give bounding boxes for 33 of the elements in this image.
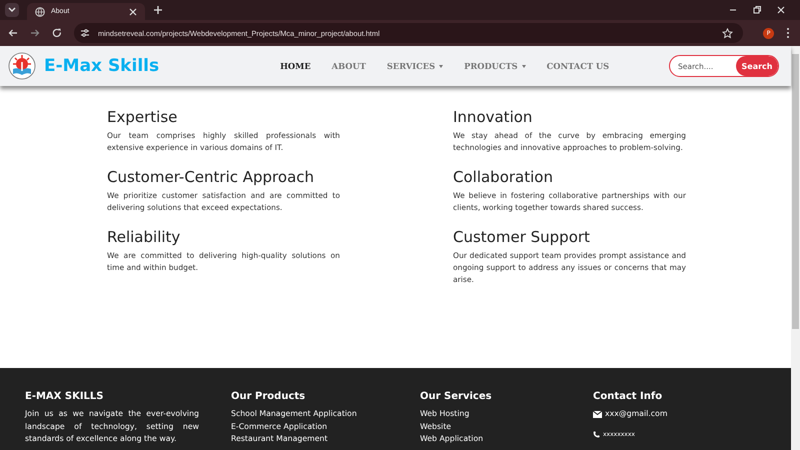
logo-icon[interactable] bbox=[8, 52, 36, 80]
chevron-down-icon bbox=[8, 7, 16, 13]
footer-heading: Our Services bbox=[420, 390, 492, 403]
nav-link[interactable]: ABOUT bbox=[332, 61, 366, 71]
reload-icon[interactable] bbox=[52, 28, 62, 38]
footer-heading: Our Products bbox=[231, 390, 306, 403]
site-settings-icon[interactable] bbox=[80, 28, 90, 38]
feature-heading: Innovation bbox=[453, 108, 534, 126]
nav-link[interactable]: CONTACT US bbox=[546, 61, 610, 71]
forward-icon[interactable] bbox=[30, 28, 40, 38]
feature-heading: Customer-Centric Approach bbox=[107, 168, 316, 186]
nav-link[interactable]: HOME bbox=[280, 61, 311, 71]
footer-heading: E-MAX SKILLS bbox=[25, 390, 104, 403]
feature-heading: Customer Support bbox=[453, 228, 591, 246]
menu-icon[interactable] bbox=[786, 27, 790, 39]
tab-list-button[interactable] bbox=[5, 3, 19, 17]
back-icon[interactable] bbox=[8, 28, 18, 38]
phone-icon bbox=[593, 431, 600, 438]
new-tab-icon[interactable] bbox=[153, 5, 163, 15]
star-icon[interactable] bbox=[722, 28, 733, 38]
close-icon[interactable] bbox=[129, 8, 137, 16]
globe-icon bbox=[35, 6, 45, 16]
scrollbar[interactable] bbox=[791, 46, 800, 450]
envelope-icon bbox=[593, 410, 602, 418]
footer-heading: Contact Info bbox=[593, 390, 662, 403]
nav-link[interactable]: SERVICES bbox=[386, 61, 444, 71]
feature-heading: Collaboration bbox=[453, 168, 554, 186]
feature-heading: Expertise bbox=[107, 108, 178, 126]
feature-heading: Reliability bbox=[107, 228, 182, 246]
restore-icon[interactable] bbox=[752, 5, 762, 15]
nav-link[interactable]: PRODUCTS bbox=[464, 61, 526, 71]
search-button[interactable]: Search bbox=[736, 56, 778, 76]
close-icon[interactable] bbox=[776, 5, 786, 15]
